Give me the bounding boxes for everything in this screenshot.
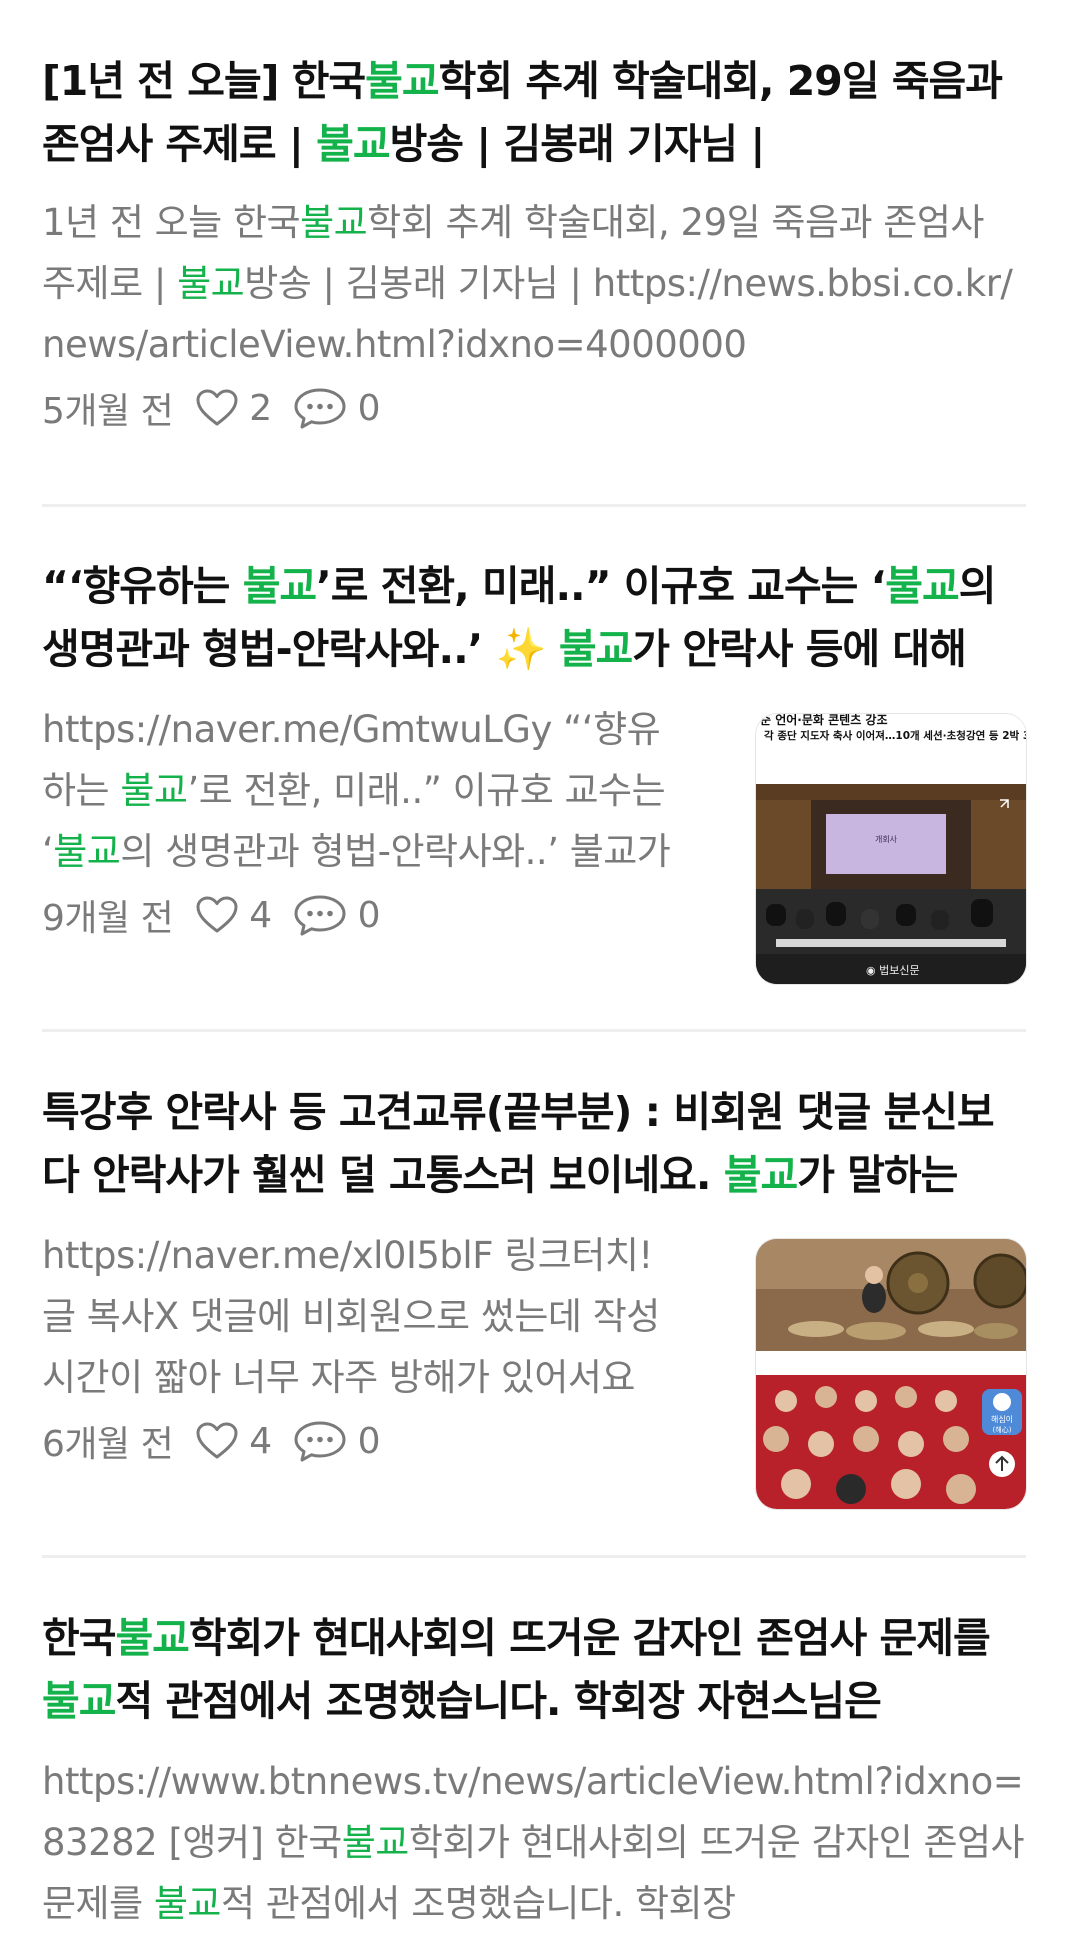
comment-count: 0 xyxy=(357,894,381,936)
post-time: 5개월 전 xyxy=(42,391,174,432)
post-meta: 5개월 전 2 0 xyxy=(42,383,1026,433)
divider xyxy=(42,504,1026,507)
post-time: 9개월 전 xyxy=(42,898,174,939)
search-highlight: 불교 xyxy=(885,562,959,610)
post-thumbnail[interactable]: 준 언어·문화 콘텐츠 강조 각 종단 지도자 축사 이어져…10개 세션·초청… xyxy=(755,713,1027,985)
heart-outline-icon[interactable] xyxy=(195,895,239,935)
search-highlight: 불교 xyxy=(42,1677,116,1725)
speech-bubble-icon[interactable] xyxy=(292,893,348,937)
thumbnail-watermark: ◉ 법보신문 xyxy=(866,964,920,977)
search-highlight: 불교 xyxy=(723,1151,798,1199)
thumbnail-caption: 각 종단 지도자 축사 이어져…10개 세션·초청강연 등 2박 3일간 진행 xyxy=(764,729,1026,742)
search-highlight: 불교 xyxy=(365,57,439,105)
post-snippet: https://www.btnnews.tv/news/articleView.… xyxy=(42,1760,1025,1925)
thumbnail-badge: 해심이 xyxy=(991,1414,1013,1424)
post-snippet: https://naver.me/xl0I5blF 링크터치! 글 복사X 댓글… xyxy=(42,1234,660,1399)
post-thumbnail[interactable]: 해심이 (해心) xyxy=(755,1238,1027,1510)
heart-outline-icon[interactable] xyxy=(195,1421,239,1461)
post-item[interactable]: 한국불교학회가 현대사회의 뜨거운 감자인 존엄사 문제를 불교적 관점에서 조… xyxy=(42,1607,1026,1934)
comment-count: 0 xyxy=(357,1420,381,1462)
search-highlight: 불교 xyxy=(341,1821,410,1864)
speech-bubble-icon[interactable] xyxy=(292,1419,348,1463)
comment-count: 0 xyxy=(357,387,381,429)
post-snippet: https://naver.me/GmtwuLGy “‘향유하는 불교’로 전환… xyxy=(42,708,671,873)
search-highlight: 불교 xyxy=(115,1614,189,1662)
post-time: 6개월 전 xyxy=(42,1424,174,1465)
like-count: 2 xyxy=(249,387,272,429)
post-title[interactable]: 특강후 안락사 등 고견교류(끝부분) : 비회원 댓글 분신보다 안락사가 훨… xyxy=(42,1081,1026,1207)
thumbnail-caption: 준 언어·문화 콘텐츠 강조 xyxy=(760,714,888,727)
divider xyxy=(42,1555,1026,1558)
post-snippet: 1년 전 오늘 한국불교학회 추계 학술대회, 29일 죽음과 존엄사 주제로 … xyxy=(42,201,1013,366)
search-highlight: 불교 xyxy=(316,120,390,168)
divider xyxy=(42,1029,1026,1032)
post-item[interactable]: [1년 전 오늘] 한국불교학회 추계 학술대회, 29일 죽음과 존엄사 주제… xyxy=(42,50,1026,433)
post-title[interactable]: [1년 전 오늘] 한국불교학회 추계 학술대회, 29일 죽음과 존엄사 주제… xyxy=(42,50,1026,176)
thumbnail-badge: (해心) xyxy=(993,1425,1012,1434)
search-highlight: 불교 xyxy=(120,769,188,812)
speech-bubble-icon[interactable] xyxy=(292,386,348,430)
search-highlight: 불교 xyxy=(153,1882,222,1925)
search-highlight: 불교 xyxy=(558,625,633,673)
like-count: 4 xyxy=(249,1420,272,1462)
post-title[interactable]: “‘향유하는 불교’로 전환, 미래..” 이규호 교수는 ‘불교의 생명관과 … xyxy=(42,555,1026,681)
heart-outline-icon[interactable] xyxy=(195,388,239,428)
search-highlight: 불교 xyxy=(177,262,245,305)
search-highlight: 불교 xyxy=(53,830,121,873)
post-feed: [1년 전 오늘] 한국불교학회 추계 학술대회, 29일 죽음과 존엄사 주제… xyxy=(0,0,1074,1926)
search-highlight: 불교 xyxy=(242,562,317,610)
search-highlight: 불교 xyxy=(300,201,368,244)
like-count: 4 xyxy=(249,894,272,936)
post-title[interactable]: 한국불교학회가 현대사회의 뜨거운 감자인 존엄사 문제를 불교적 관점에서 조… xyxy=(42,1607,1026,1733)
slide-title: 개회사 xyxy=(875,834,898,844)
